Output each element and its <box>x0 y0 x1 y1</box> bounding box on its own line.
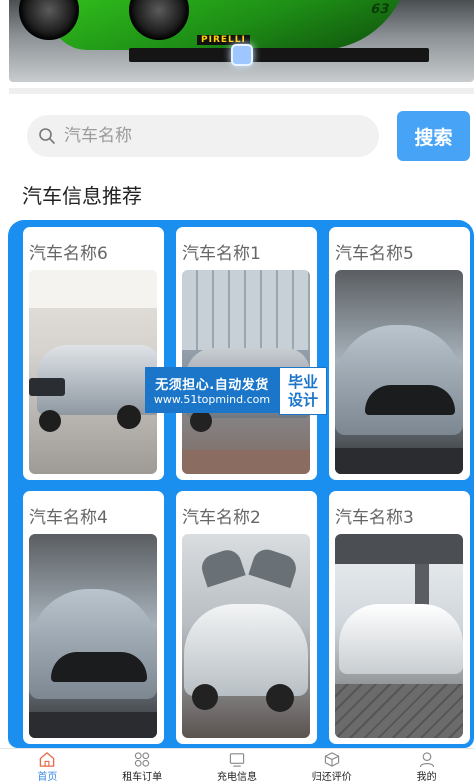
tab-profile[interactable]: 我的 <box>379 749 474 783</box>
paved-ground <box>335 684 463 738</box>
car-card-title: 汽车名称3 <box>335 508 414 528</box>
car-photo <box>335 270 463 474</box>
watermark-main: 无须担心.自动发货 www.51topmind.com <box>145 367 279 413</box>
search-button[interactable]: 搜索 <box>397 111 470 161</box>
car-card[interactable]: 汽车名称3 <box>329 491 470 744</box>
home-icon <box>40 752 55 767</box>
car-card-title: 汽车名称1 <box>182 244 261 264</box>
car-grid: 汽车名称6 汽车名称1 汽车名称5 汽车名称4 汽车名称2 汽车名称3 <box>8 220 474 748</box>
watermark-slogan: 无须担心.自动发货 <box>155 378 269 393</box>
building-facade <box>182 270 310 350</box>
suv-wheel <box>117 405 141 429</box>
sedan-body <box>29 589 157 699</box>
watermark-tag-line1: 毕业 <box>287 373 318 391</box>
suv-wheel <box>192 684 218 710</box>
sedan-intake <box>365 385 455 415</box>
car-card-title: 汽车名称5 <box>335 244 414 264</box>
car-photo <box>29 270 157 474</box>
tab-charging[interactable]: 充电信息 <box>190 749 285 783</box>
canopy-roof <box>335 534 463 564</box>
car-photo <box>182 534 310 738</box>
car-card[interactable]: 汽车名称5 <box>329 227 470 480</box>
falcon-door-right <box>248 545 300 589</box>
grid-icon <box>135 752 150 767</box>
hero-banner[interactable]: PIRELLI 63 <box>9 0 474 82</box>
car-card-title: 汽车名称4 <box>29 508 108 528</box>
tab-label: 归还评价 <box>311 772 352 783</box>
sedan-body <box>339 604 463 674</box>
section-title: 汽车信息推荐 <box>22 184 142 208</box>
watermark-tag: 毕业 设计 <box>279 367 327 415</box>
showroom-ceiling <box>29 270 157 308</box>
screen-icon <box>229 753 245 767</box>
suv-body <box>184 604 308 696</box>
tab-label: 首页 <box>37 772 58 783</box>
car-card[interactable]: 汽车名称6 <box>23 227 164 480</box>
car-card[interactable]: 汽车名称4 <box>23 491 164 744</box>
suv-wheel <box>266 684 294 712</box>
box-icon <box>324 752 339 767</box>
street-pavement <box>182 450 310 474</box>
banner-headlight <box>231 44 253 66</box>
sedan-intake <box>51 652 147 682</box>
watermark-tag-line2: 设计 <box>287 391 318 409</box>
user-icon <box>419 752 434 768</box>
suv-wheel <box>39 410 61 432</box>
watermark-url: www.51topmind.com <box>153 393 271 406</box>
bottom-tabbar: 首页 租车订单 充电信息 归还评价 我的 <box>0 748 474 783</box>
tab-label: 我的 <box>416 772 437 783</box>
tab-label: 租车订单 <box>122 772 163 783</box>
car-card[interactable]: 汽车名称2 <box>176 491 317 744</box>
photo-floor <box>335 448 463 474</box>
falcon-door-left <box>198 546 246 588</box>
banner-splitter <box>129 48 429 62</box>
tab-return-review[interactable]: 归还评价 <box>284 749 379 783</box>
tab-orders[interactable]: 租车订单 <box>95 749 190 783</box>
car-photo <box>335 534 463 738</box>
tab-home[interactable]: 首页 <box>0 749 95 783</box>
watermark: 无须担心.自动发货 www.51topmind.com 毕业 设计 <box>145 367 327 415</box>
car-card-title: 汽车名称2 <box>182 508 261 528</box>
car-card[interactable]: 汽车名称1 <box>176 227 317 480</box>
search-input[interactable] <box>62 125 356 147</box>
sedan-body <box>335 325 463 435</box>
banner-divider <box>9 88 474 94</box>
photo-floor <box>29 712 157 738</box>
tab-label: 充电信息 <box>216 772 257 783</box>
car-photo <box>29 534 157 738</box>
search-box[interactable] <box>27 115 379 157</box>
suv-grille <box>29 378 65 396</box>
search-icon <box>39 128 55 144</box>
suv-wheel <box>190 410 212 432</box>
car-card-title: 汽车名称6 <box>29 244 108 264</box>
